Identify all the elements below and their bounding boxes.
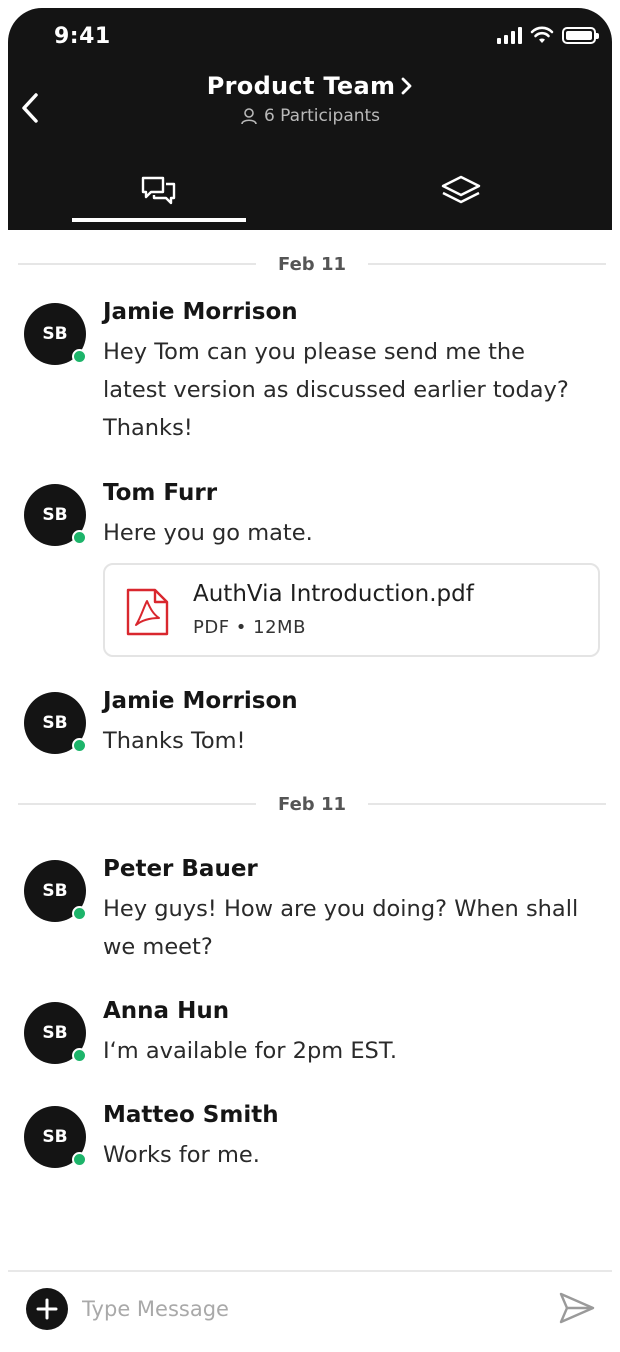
date-label: Feb 11: [278, 793, 346, 815]
avatar-initials: SB: [42, 713, 68, 733]
date-separator: Feb 11: [18, 789, 607, 819]
battery-icon: [562, 26, 599, 44]
attachment-meta: PDF • 12MB: [193, 617, 306, 638]
tab-chat[interactable]: [72, 164, 246, 220]
avatar-initials: SB: [42, 1023, 68, 1043]
online-status-dot: [72, 738, 87, 753]
file-attachment[interactable]: AuthVia Introduction.pdf PDF • 12MB: [103, 563, 600, 657]
phone-screen: 9:41 Product Team 6 Participants Feb 11 …: [8, 8, 612, 1344]
online-status-dot: [72, 906, 87, 921]
sender-name: Anna Hun: [103, 998, 230, 1024]
sender-name: Tom Furr: [103, 480, 218, 506]
wifi-icon: [530, 26, 554, 43]
group-title: Product Team: [206, 72, 396, 100]
status-icons: [497, 26, 599, 44]
message-text: I‘m available for 2pm EST.: [103, 1038, 398, 1064]
sender-name: Peter Bauer: [103, 856, 258, 882]
message-input[interactable]: [82, 1290, 522, 1328]
sender-name: Jamie Morrison: [103, 299, 298, 325]
avatar-initials: SB: [42, 881, 68, 901]
chat-header: 9:41 Product Team 6 Participants: [8, 8, 612, 230]
participants-label: 6 Participants: [263, 106, 381, 126]
composer-divider: [8, 1270, 612, 1272]
message-text: Hey guys! How are you doing? When shall …: [103, 896, 579, 960]
message-text: Works for me.: [103, 1142, 260, 1168]
message-text: Thanks Tom!: [103, 728, 246, 754]
chevron-right-icon: [401, 77, 412, 95]
send-button[interactable]: [556, 1288, 598, 1328]
online-status-dot: [72, 530, 87, 545]
cellular-signal-icon: [497, 26, 522, 44]
person-icon: [241, 108, 257, 125]
message-text: Here you go mate.: [103, 520, 313, 546]
pdf-file-icon: [126, 588, 169, 636]
send-icon: [559, 1292, 595, 1324]
online-status-dot: [72, 1152, 87, 1167]
plus-icon: [36, 1298, 58, 1320]
active-tab-indicator: [72, 218, 246, 222]
avatar-initials: SB: [42, 324, 68, 344]
chat-bubbles-icon: [141, 176, 176, 205]
add-attachment-button[interactable]: [26, 1288, 68, 1330]
group-title-button[interactable]: Product Team: [207, 72, 414, 100]
avatar-initials: SB: [42, 1127, 68, 1147]
layers-icon: [441, 175, 481, 204]
date-label: Feb 11: [278, 253, 346, 275]
avatar-initials: SB: [42, 505, 68, 525]
date-separator: Feb 11: [18, 249, 607, 279]
header-title-block: Product Team 6 Participants: [8, 72, 612, 129]
message-text: Hey Tom can you please send me the lates…: [103, 339, 569, 441]
online-status-dot: [72, 1048, 87, 1063]
attachment-filename: AuthVia Introduction.pdf: [193, 581, 474, 607]
participants-count: 6 Participants: [240, 106, 380, 126]
sender-name: Jamie Morrison: [103, 688, 298, 714]
online-status-dot: [72, 349, 87, 364]
sender-name: Matteo Smith: [103, 1102, 279, 1128]
tab-layers[interactable]: [374, 164, 548, 220]
status-time: 9:41: [54, 24, 111, 49]
